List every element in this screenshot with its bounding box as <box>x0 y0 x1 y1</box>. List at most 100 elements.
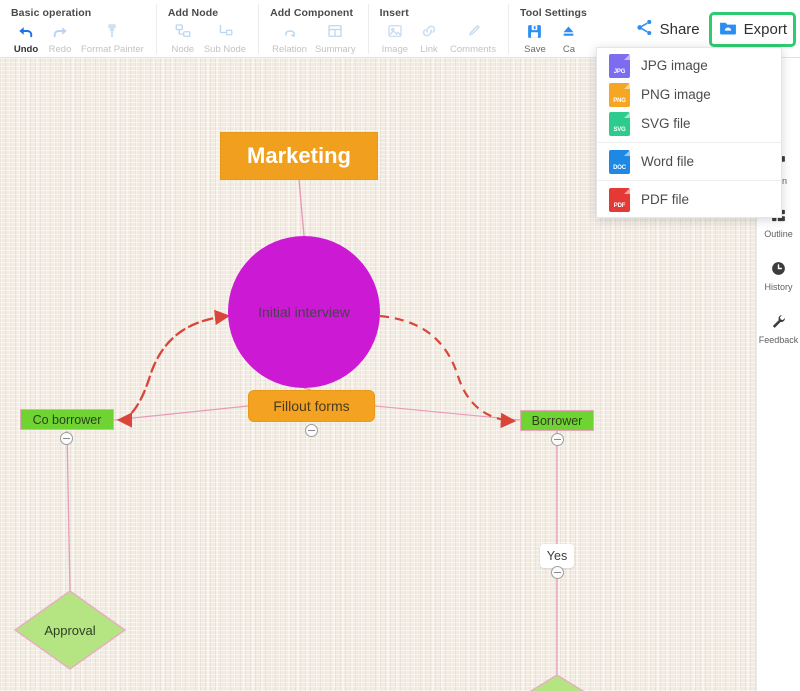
relation-icon <box>281 21 299 41</box>
save-icon <box>526 21 543 41</box>
insert-link-label: Link <box>420 44 438 55</box>
image-icon <box>386 21 404 41</box>
export-option-label: Word file <box>641 154 695 169</box>
share-label: Share <box>659 21 700 38</box>
export-option-label: PDF file <box>641 192 690 207</box>
node-label: Approval <box>497 675 617 691</box>
collapse-toggle-yes[interactable] <box>551 566 564 579</box>
undo-icon <box>17 21 35 41</box>
insert-image-button[interactable]: Image <box>378 21 412 55</box>
toolbar-group-title: Add Component <box>270 7 354 19</box>
menu-separator <box>597 142 781 143</box>
connector-fillout-coborrower <box>113 405 249 421</box>
node-approval-bottom[interactable]: Approval <box>497 675 617 691</box>
add-summary-label: Summary <box>314 44 356 55</box>
node-label: Borrower <box>531 413 583 428</box>
save-button[interactable]: Save <box>518 21 552 55</box>
sidebar-item-history[interactable]: History <box>757 248 800 301</box>
redo-button[interactable]: Redo <box>43 21 77 55</box>
toolbar-group-tool-settings: Tool Settings Save Ca <box>509 0 598 58</box>
sidebar-item-feedback[interactable]: Feedback <box>757 301 800 354</box>
comments-icon <box>464 21 482 41</box>
insert-image-label: Image <box>381 44 409 55</box>
insert-link-button[interactable]: Link <box>412 21 446 55</box>
toolbar-group-title: Insert <box>379 7 409 19</box>
relation-arrow-left-tail <box>118 309 231 422</box>
export-dropdown-menu[interactable]: JPG JPG image PNG PNG image SVG SVG file… <box>596 47 782 218</box>
toolbar-group-add-node: Add Node Node Sub Node <box>157 0 260 58</box>
png-file-icon: PNG <box>609 82 630 107</box>
sidebar-item-label: Outline <box>764 229 793 239</box>
export-option-pdf-file[interactable]: PDF PDF file <box>597 185 781 214</box>
mindmap-app: Basic operation Undo Redo Format Painter… <box>0 0 800 691</box>
node-yes[interactable]: Yes <box>540 544 574 568</box>
add-node-button[interactable]: Node <box>166 21 200 55</box>
node-label: Yes <box>546 549 568 563</box>
upload-button[interactable]: Ca <box>552 21 586 55</box>
relation-arrow-to-coborrower <box>116 314 229 428</box>
collapse-toggle-borrower[interactable] <box>551 433 564 446</box>
export-option-jpg-image[interactable]: JPG JPG image <box>597 51 781 80</box>
undo-label: Undo <box>13 44 39 55</box>
node-label: Fillout forms <box>273 398 350 414</box>
collapse-toggle-co-borrower[interactable] <box>60 432 73 445</box>
node-label: Marketing <box>247 143 351 168</box>
toolbar-group-title: Add Node <box>167 7 219 19</box>
share-button[interactable]: Share <box>628 14 707 45</box>
node-label: Co borrower <box>32 412 102 427</box>
save-label: Save <box>524 44 546 55</box>
pdf-file-icon: PDF <box>609 187 630 212</box>
svg-file-icon: SVG <box>609 111 630 136</box>
jpg-file-icon: JPG <box>609 53 630 78</box>
export-option-svg-file[interactable]: SVG SVG file <box>597 109 781 138</box>
node-label: Approval <box>44 622 96 638</box>
node-approval-left[interactable]: Approval <box>15 591 125 669</box>
node-icon <box>174 21 192 41</box>
insert-comments-label: Comments <box>450 44 496 55</box>
node-fillout-forms[interactable]: Fillout forms <box>248 390 375 422</box>
redo-icon <box>51 21 69 41</box>
add-relation-button[interactable]: Relation <box>268 21 311 55</box>
toolbar-group-title: Basic operation <box>11 7 92 19</box>
toolbar-group-insert: Insert Image Link Comments <box>369 0 510 58</box>
add-relation-label: Relation <box>272 44 307 55</box>
summary-icon <box>326 21 344 41</box>
feedback-wrench-icon <box>770 311 787 331</box>
toolbar-group-basic-operation: Basic operation Undo Redo Format Painter <box>0 0 157 58</box>
export-option-word-file[interactable]: DOC Word file <box>597 147 781 176</box>
collapse-toggle-fillout-forms[interactable] <box>305 424 318 437</box>
upload-icon <box>560 21 577 41</box>
upload-label: Ca <box>562 44 576 55</box>
toolbar-group-title: Tool Settings <box>519 7 587 19</box>
link-icon <box>420 21 438 41</box>
sidebar-item-label: History <box>764 282 793 292</box>
connector-root-interview <box>298 179 305 237</box>
node-co-borrower[interactable]: Co borrower <box>20 409 114 430</box>
format-painter-button[interactable]: Format Painter <box>77 21 148 55</box>
history-clock-icon <box>770 258 787 278</box>
export-option-label: SVG file <box>641 116 691 131</box>
export-option-label: PNG image <box>641 87 711 102</box>
node-marketing[interactable]: Marketing <box>220 132 378 180</box>
relation-arrow-to-borrower <box>379 314 517 429</box>
export-option-label: JPG image <box>641 58 708 73</box>
export-option-png-image[interactable]: PNG PNG image <box>597 80 781 109</box>
add-sub-node-label: Sub Node <box>203 44 247 55</box>
export-button[interactable]: Export <box>708 12 797 47</box>
undo-button[interactable]: Undo <box>9 21 43 55</box>
insert-comments-button[interactable]: Comments <box>446 21 500 55</box>
format-painter-label: Format Painter <box>81 44 144 55</box>
node-borrower[interactable]: Borrower <box>520 410 594 431</box>
word-file-icon: DOC <box>609 149 630 174</box>
node-label: Initial interview <box>258 304 350 320</box>
toolbar-actions: Share Export <box>628 12 797 47</box>
redo-label: Redo <box>48 44 72 55</box>
export-label: Export <box>743 21 787 38</box>
add-sub-node-button[interactable]: Sub Node <box>200 21 250 55</box>
export-folder-icon <box>718 18 738 41</box>
add-summary-button[interactable]: Summary <box>311 21 360 55</box>
format-painter-icon <box>103 21 121 41</box>
add-node-label: Node <box>171 44 195 55</box>
sidebar-item-label: Feedback <box>758 335 799 345</box>
node-initial-interview[interactable]: Initial interview <box>228 236 380 388</box>
